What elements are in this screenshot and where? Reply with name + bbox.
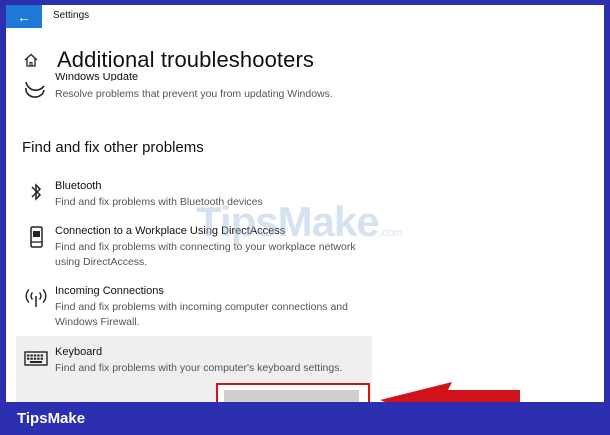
item-label: Bluetooth xyxy=(55,180,102,192)
phone-device-icon xyxy=(30,226,43,248)
item-description: Find and fix problems with your computer… xyxy=(55,362,343,374)
troubleshooter-bluetooth[interactable]: Bluetooth Find and fix problems with Blu… xyxy=(16,180,372,220)
window-title: Settings xyxy=(53,10,90,21)
refresh-icon xyxy=(25,81,45,98)
item-label: Incoming Connections xyxy=(55,285,164,297)
red-arrow-icon xyxy=(380,382,520,404)
footer-bar: TipsMake xyxy=(0,402,610,435)
antenna-icon xyxy=(25,288,47,307)
troubleshooter-incoming-connections[interactable]: Incoming Connections Find and fix proble… xyxy=(16,285,372,333)
settings-window: ← Settings Additional troubleshooters Wi… xyxy=(6,5,604,402)
title-bar: ← Settings xyxy=(6,5,604,28)
item-label: Keyboard xyxy=(55,346,103,358)
troubleshooter-directaccess[interactable]: Connection to a Workplace Using DirectAc… xyxy=(16,225,372,273)
windows-update-description: Resolve problems that prevent you from u… xyxy=(55,88,333,100)
page-title: Additional troubleshooters xyxy=(57,47,314,72)
section-heading: Find and fix other problems xyxy=(22,139,204,156)
bluetooth-icon xyxy=(31,183,42,201)
item-label: Connection to a Workplace Using DirectAc… xyxy=(55,225,286,237)
windows-update-label[interactable]: Windows Update xyxy=(55,73,138,81)
home-icon[interactable] xyxy=(23,52,39,68)
keyboard-icon xyxy=(24,351,48,366)
item-description: Find and fix problems with Bluetooth dev… xyxy=(55,196,263,208)
back-button[interactable]: ← xyxy=(6,5,42,28)
item-description: Find and fix problems with connecting to… xyxy=(55,241,356,268)
brand-logo: TipsMake xyxy=(17,410,86,427)
item-description: Find and fix problems with incoming comp… xyxy=(55,301,348,328)
arrow-left-icon: ← xyxy=(17,8,31,25)
